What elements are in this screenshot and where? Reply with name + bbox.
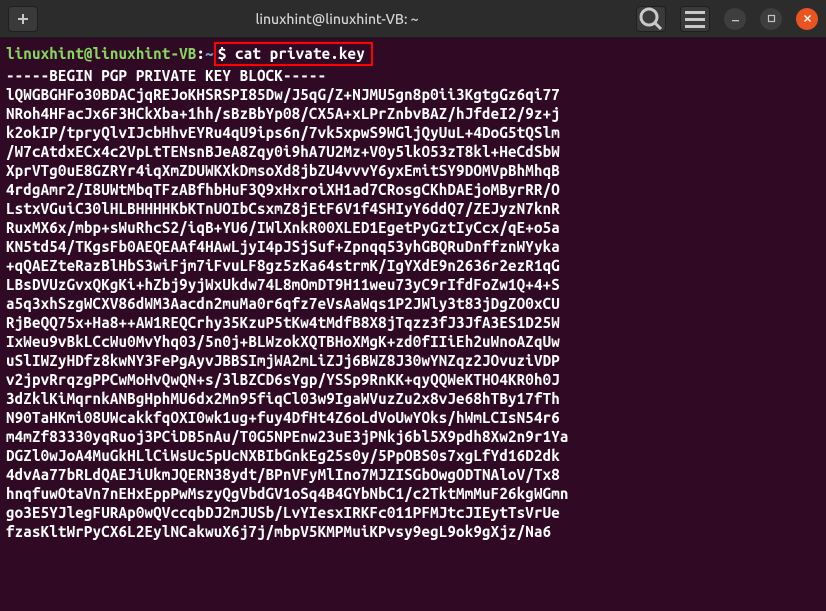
plus-icon [16,12,30,26]
terminal-content[interactable]: linuxhint@linuxhint-VB:~$ cat private.ke… [0,38,826,545]
key-line: XprVTg0uE8GZRYr4iqXmZDUWKXkDmsoXd8jbZU4v… [6,161,820,180]
hamburger-icon [681,5,709,33]
key-line: a5q3xhSzgWCXV86dWM3Aacdn2muMa0r6qfz7eVsA… [6,294,820,313]
key-line: hnqfuwOtaVn7nEHxEppPwMszyQgVbdGV1oSq4B4G… [6,484,820,503]
key-line: RjBeQQ75x+Ha8++AW1REQCrhy35KzuP5tKw4tMdf… [6,313,820,332]
key-line: N90TaHKmi08UWcakkfqOXI0wk1ug+fuy4DfHt4Z6… [6,408,820,427]
key-line: lQWGBGHFo30BDACjqREJoKHSRSPI85Dw/J5qG/Z+… [6,85,820,104]
key-line: +qQAEZteRazBlHbS3wiFjm7iFvuLF8gz5zKa64st… [6,256,820,275]
key-line: /W7cAtdxECx4c2VpLtTENsnBJeA8Zqy0i9hA7U2M… [6,142,820,161]
key-line: DGZl0wJoA4MuGkHLlCiWsUc5pUcNXBIbGnkEg25s… [6,446,820,465]
prompt-line: linuxhint@linuxhint-VB:~$ cat private.ke… [6,42,820,66]
key-line: KN5td54/TKgsFb0AEQEAAf4HAwLjyI4pJSjSuf+Z… [6,237,820,256]
key-line: 4rdgAmr2/I8UWtMbqTFzABfhbHuF3Q9xHxroiXH1… [6,180,820,199]
output-header: -----BEGIN PGP PRIVATE KEY BLOCK----- [6,66,820,85]
maximize-button[interactable] [760,8,782,30]
titlebar-right-controls [636,6,818,32]
close-button[interactable] [796,8,818,30]
key-line: RuxMX6x/mbp+sWuRhcS2/iqB+YU6/IWlXnkR00XL… [6,218,820,237]
key-line: LBsDVUzGvxQKgKi+hZbj9yjWxUkdw74L8mOmDT9H… [6,275,820,294]
maximize-icon [767,14,776,23]
prompt-colon: : [196,45,205,62]
key-line: 4dvAa77bRLdQAEJiUkmJQERN38ydt/BPnVFyMlIn… [6,465,820,484]
key-line: go3E5YJlegFURAp0wQVccqbDJ2mJUSb/LvYIesxI… [6,503,820,522]
menu-button[interactable] [680,6,710,32]
key-line: k2okIP/tpryQlvIJcbHhvEYRu4qU9ips6n/7vk5x… [6,123,820,142]
command-text: cat private.key [235,45,365,62]
key-line: m4mZf83330yqRuoj3PCiDB5nAu/T0G5NPEnw23uE… [6,427,820,446]
prompt-user-host: linuxhint@linuxhint-VB [6,45,196,62]
key-block: lQWGBGHFo30BDACjqREJoKHSRSPI85Dw/J5qG/Z+… [6,85,820,541]
key-line: fzasKltWrPyCX6L2EylNCakwuX6j7j/mbpV5KMPM… [6,522,820,541]
new-tab-button[interactable] [8,6,38,32]
window-title: linuxhint@linuxhint-VB: ~ [38,11,636,27]
search-button[interactable] [636,6,666,32]
search-icon [637,5,665,33]
key-line: IxWeu9vBkLCcWu0MvYhq03/5n0j+BLWzokXQTBHo… [6,332,820,351]
minimize-button[interactable] [724,8,746,30]
key-line: NRoh4HFacJx6F3HCkXba+1hh/sBzBbYp08/CX5A+… [6,104,820,123]
command-highlight: $ cat private.key [214,42,373,66]
window-titlebar: linuxhint@linuxhint-VB: ~ [0,0,826,38]
key-line: uSlIWZyHDfz8kwNY3FePgAyvJBBSImjWA2mLiZJj… [6,351,820,370]
minimize-icon [731,14,740,23]
key-line: LstxVGuiC30lHLBHHHHKbKTnUOIbCsxmZ8jEtF6V… [6,199,820,218]
prompt-symbol: $ [218,45,235,62]
key-line: 3dZklKiMqrnkANBgHphMU6dx2Mn95fiqCl03w9Ig… [6,389,820,408]
key-line: v2jpvRrqzgPPCwMoHvQwQN+s/3lBZCD6sYgp/YSS… [6,370,820,389]
prompt-path: ~ [205,45,214,62]
titlebar-left-controls [8,6,38,32]
close-icon [803,14,812,23]
